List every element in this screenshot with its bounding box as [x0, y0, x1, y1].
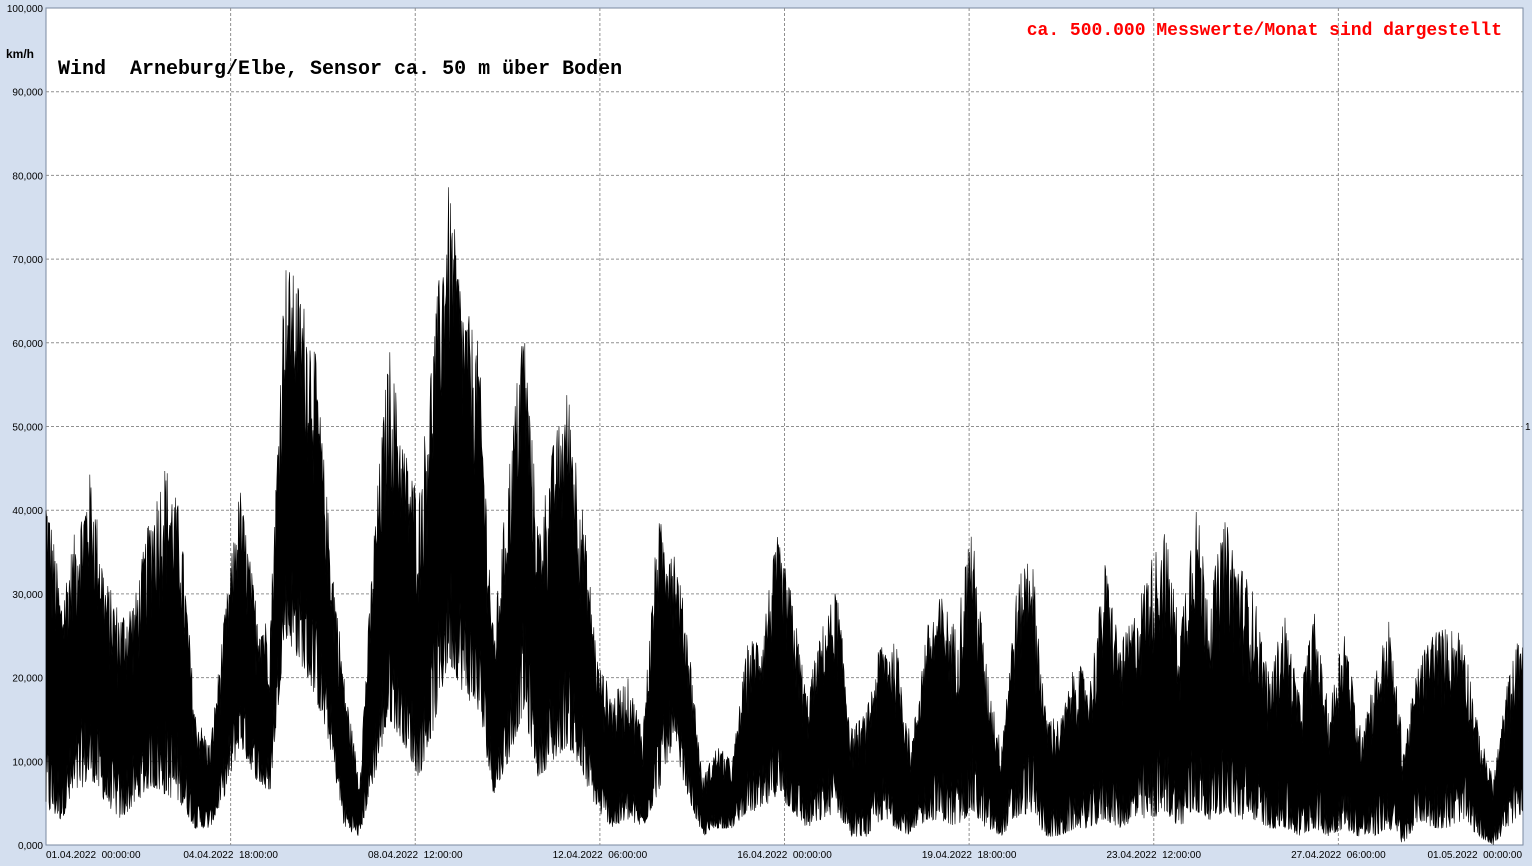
x-tick-label: 01.04.2022 00:00:00: [46, 850, 141, 861]
y-tick-label: 30,000: [12, 590, 43, 601]
x-axis-ticks: 01.04.2022 00:00:00 04.04.2022 18:00:00 08…: [46, 850, 1522, 861]
y-tick-label: 20,000: [12, 674, 43, 685]
y-tick-label: 70,000: [12, 255, 43, 266]
x-tick-label: 08.04.2022 12:00:00: [368, 850, 463, 861]
y-tick-label: 80,000: [12, 171, 43, 182]
right-axis-marker: 1: [1525, 422, 1531, 433]
y-tick-label: 50,000: [12, 423, 43, 434]
y-tick-label: 0,000: [18, 841, 43, 852]
chart-annotation: ca. 500.000 Messwerte/Monat sind dargest…: [1027, 21, 1502, 41]
x-tick-label: 16.04.2022 00:00:00: [737, 850, 832, 861]
x-tick-label: 23.04.2022 12:00:00: [1106, 850, 1201, 861]
x-tick-label: 19.04.2022 18:00:00: [922, 850, 1017, 861]
chart-title: Wind Arneburg/Elbe, Sensor ca. 50 m über…: [58, 58, 622, 81]
x-tick-label: 04.04.2022 18:00:00: [183, 850, 278, 861]
y-axis-ticks: 0,000 10,000 20,000 30,000 40,000 50,000 60,00…: [7, 4, 44, 852]
x-tick-label: 01.05.2022 00:00:00: [1427, 850, 1522, 861]
y-tick-label: 90,000: [12, 88, 43, 99]
x-tick-label: 12.04.2022 06:00:00: [553, 850, 648, 861]
y-tick-label: 10,000: [12, 757, 43, 768]
y-tick-label: 100,000: [7, 4, 44, 15]
y-tick-label: 60,000: [12, 339, 43, 350]
x-tick-label: 27.04.2022 06:00:00: [1291, 850, 1386, 861]
wind-chart: 0,000 10,000 20,000 30,000 40,000 50,000 60,00…: [6, 4, 1531, 861]
y-axis-unit-label: km/h: [6, 47, 34, 61]
y-tick-label: 40,000: [12, 506, 43, 517]
